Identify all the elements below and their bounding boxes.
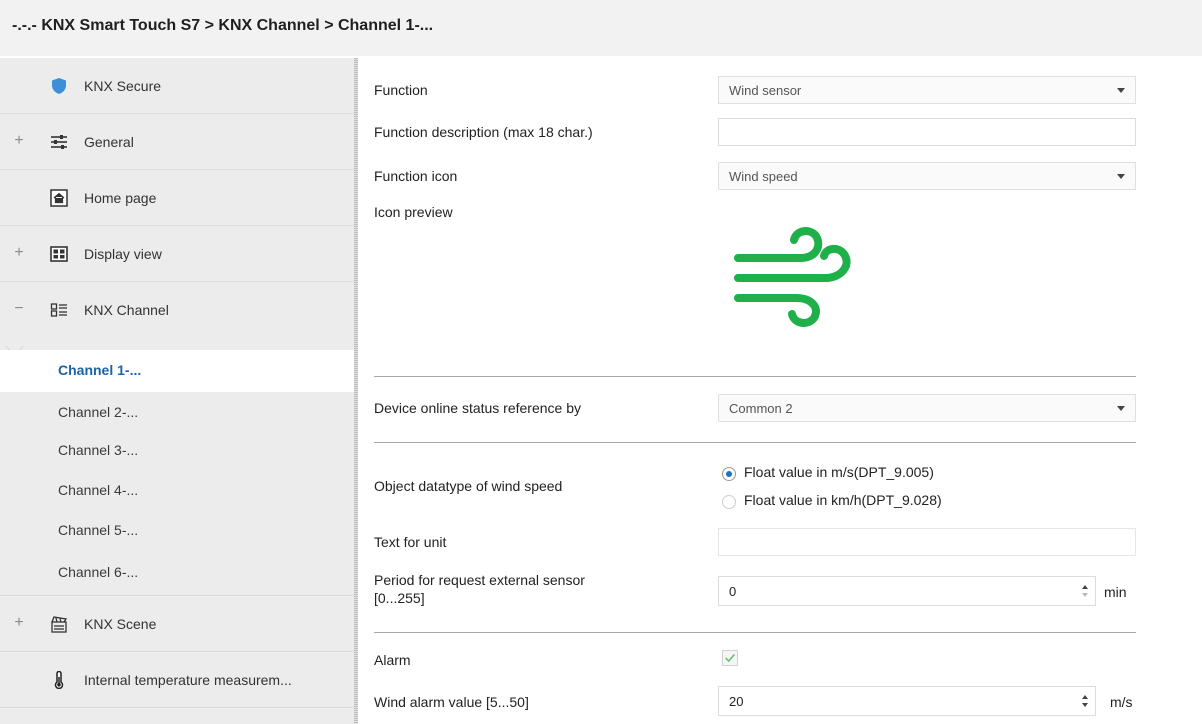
period-spinner[interactable]: 0 <box>718 576 1096 606</box>
sidebar-item-channel-2[interactable]: Channel 2-... <box>0 392 354 434</box>
sidebar-item-home-page[interactable]: Home page <box>0 170 354 226</box>
wind-alarm-spinner[interactable]: 20 <box>718 686 1096 716</box>
alarm-label: Alarm <box>374 652 411 668</box>
checkmark-icon <box>725 653 735 663</box>
sidebar-item-general[interactable]: + General <box>0 114 354 170</box>
divider <box>374 442 1136 443</box>
period-unit: min <box>1104 584 1127 600</box>
online-status-select[interactable]: Common 2 <box>718 394 1136 422</box>
online-status-label: Device online status reference by <box>374 400 581 416</box>
sidebar-item-knx-channel[interactable]: − KNX Channel <box>0 282 354 338</box>
divider <box>374 632 1136 633</box>
breadcrumb: -.-.- KNX Smart Touch S7 > KNX Channel >… <box>12 17 434 34</box>
sidebar-item-knx-secure[interactable]: KNX Secure <box>0 58 354 114</box>
radio-datatype-ms-label[interactable]: Float value in m/s(DPT_9.005) <box>744 464 934 480</box>
sidebar-item-label: Internal temperature measurem... <box>84 672 292 688</box>
unit-text-input[interactable] <box>718 528 1136 556</box>
wind-icon <box>734 227 851 327</box>
alarm-checkbox[interactable] <box>722 650 738 666</box>
sidebar-item-label: KNX Scene <box>84 616 157 632</box>
sidebar-item-label: Channel 3-... <box>58 442 139 458</box>
function-select[interactable]: Wind sensor <box>718 76 1136 104</box>
datatype-label: Object datatype of wind speed <box>374 478 563 494</box>
function-icon-select[interactable]: Wind speed <box>718 162 1136 190</box>
online-status-select-value: Common 2 <box>729 401 793 416</box>
period-label-line1: Period for request external sensor <box>374 572 585 588</box>
unit-text-label: Text for unit <box>374 534 447 550</box>
sidebar-item-label: Channel 6-... <box>58 564 139 580</box>
radio-datatype-kmh[interactable] <box>722 495 736 509</box>
sidebar-item-display-view[interactable]: + Display view <box>0 226 354 282</box>
display-icon <box>50 246 68 262</box>
sidebar-item-label: Channel 4-... <box>58 482 139 498</box>
spinner-arrows-icon[interactable] <box>1081 692 1089 710</box>
sidebar-item-label: KNX Secure <box>84 78 162 94</box>
sidebar-item-channel-1[interactable]: Channel 1-... <box>0 350 354 392</box>
sidebar-item-knx-scene[interactable]: + KNX Scene <box>0 596 354 652</box>
icon-preview-label: Icon preview <box>374 204 453 220</box>
function-label: Function <box>374 82 428 98</box>
sidebar-item-label: Channel 1-... <box>58 362 142 378</box>
sidebar-item-label: KNX Channel <box>84 302 169 318</box>
wind-alarm-label: Wind alarm value [5...50] <box>374 694 529 710</box>
scene-icon <box>51 616 68 633</box>
radio-datatype-kmh-label[interactable]: Float value in km/h(DPT_9.028) <box>744 492 942 508</box>
sidebar-item-label: General <box>84 134 134 150</box>
sidebar-item-channel-6[interactable]: Channel 6-... <box>0 550 354 596</box>
function-description-label: Function description (max 18 char.) <box>374 124 593 140</box>
chevron-down-icon <box>1117 88 1125 93</box>
expand-icon[interactable]: + <box>12 614 26 632</box>
collapse-icon[interactable]: − <box>12 300 26 318</box>
wind-alarm-value: 20 <box>729 694 744 709</box>
channel-icon <box>50 303 67 317</box>
home-icon <box>50 189 68 207</box>
sliders-icon <box>51 135 67 149</box>
chevron-down-icon <box>1117 174 1125 179</box>
spinner-arrows-icon[interactable] <box>1081 582 1089 600</box>
thermometer-icon <box>54 671 64 689</box>
sidebar-item-internal-temperature[interactable]: Internal temperature measurem... <box>0 652 354 708</box>
expand-icon[interactable]: + <box>12 132 26 150</box>
function-select-value: Wind sensor <box>729 83 802 98</box>
period-label-line2: [0...255] <box>374 590 425 606</box>
sidebar-item-channel-4[interactable]: Channel 4-... <box>0 470 354 512</box>
shield-icon <box>52 78 66 94</box>
wind-alarm-unit: m/s <box>1110 694 1133 710</box>
function-description-input[interactable] <box>718 118 1136 146</box>
parameter-panel: Function Wind sensor Function descriptio… <box>358 58 1202 724</box>
sidebar-item-label: Channel 2-... <box>58 404 139 420</box>
function-icon-label: Function icon <box>374 168 458 184</box>
function-icon-select-value: Wind speed <box>729 169 798 184</box>
divider <box>374 376 1136 377</box>
expand-icon[interactable]: + <box>12 244 26 262</box>
sidebar: KNX Secure + General Home page + Display… <box>0 58 354 724</box>
title-bar: -.-.- KNX Smart Touch S7 > KNX Channel >… <box>0 0 1202 56</box>
period-value: 0 <box>729 584 737 599</box>
sidebar-item-label: Display view <box>84 246 162 262</box>
radio-datatype-ms[interactable] <box>722 467 736 481</box>
sidebar-item-label: Channel 5-... <box>58 522 139 538</box>
sidebar-item-label: Home page <box>84 190 157 206</box>
chevron-down-icon <box>1117 406 1125 411</box>
sidebar-item-channel-5[interactable]: Channel 5-... <box>0 510 354 552</box>
